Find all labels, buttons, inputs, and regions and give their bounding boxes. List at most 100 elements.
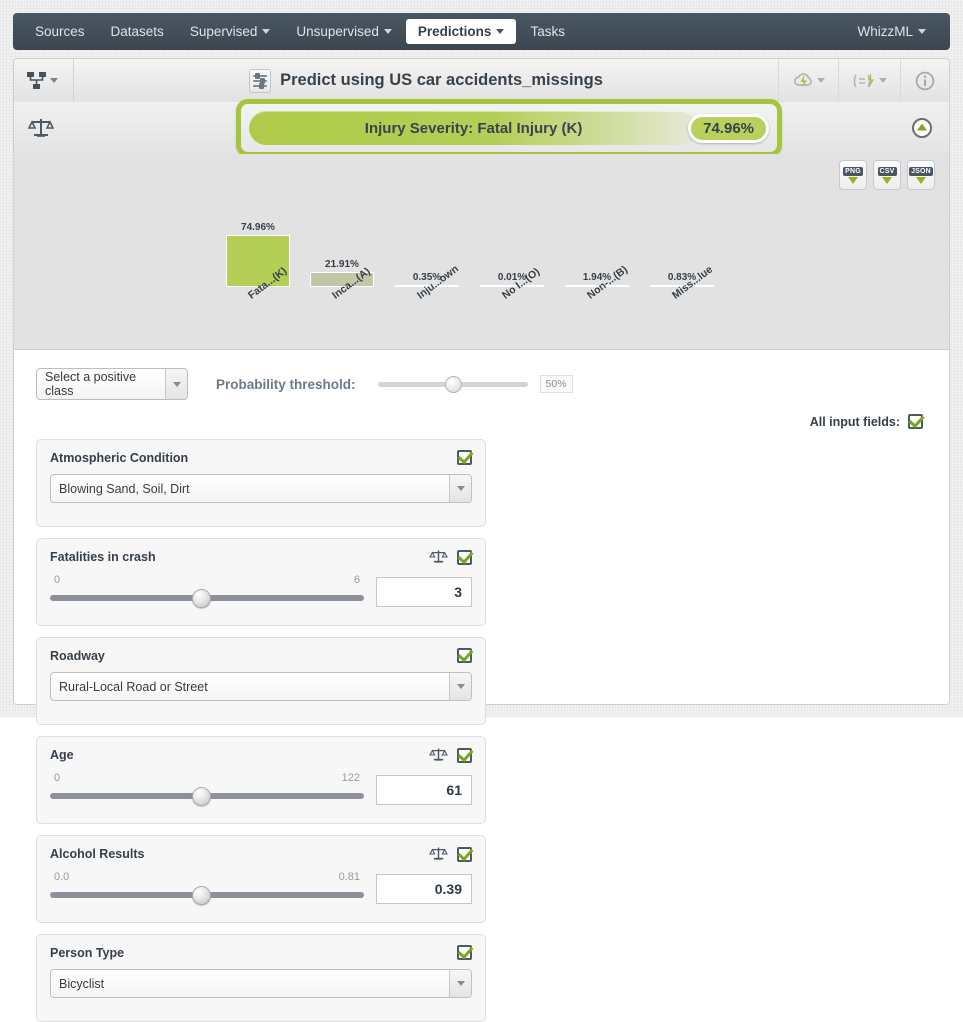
nav-item-predictions[interactable]: Predictions (405, 19, 517, 44)
field-slider-column: 0.0 0.81 (50, 871, 364, 905)
field-select-roadway[interactable]: Rural-Local Road or Street (50, 672, 472, 701)
field-enabled-checkbox[interactable] (457, 450, 472, 465)
field-card-icons (429, 747, 472, 763)
download-format-label: PNG (843, 166, 863, 176)
balance-scale-icon[interactable] (28, 116, 54, 140)
chevron-down-icon (496, 29, 505, 34)
field-slider-wrap: 06 3 (50, 574, 472, 608)
threshold-knob[interactable] (444, 375, 462, 393)
field-card-icons (457, 450, 472, 465)
prediction-label: Injury Severity: Fatal Injury (K) (249, 111, 699, 145)
nav-item-label: Datasets (110, 24, 164, 39)
all-input-fields-checkbox[interactable] (908, 414, 923, 429)
nav-item-label: Sources (35, 24, 85, 39)
field-title: Fatalities in crash (50, 550, 156, 564)
field-max-label: 0.81 (338, 871, 360, 883)
chart-bar-group[interactable]: 21.91% Inca...(A) (310, 259, 374, 302)
field-enabled-checkbox[interactable] (457, 549, 472, 565)
field-card-atmospheric-condition: Atmospheric Condition Blowing Sand, Soil,… (36, 439, 486, 527)
class-probability-chart: 74.96% Fata...(K) 21.91% Inca...(A) 0.35% Inj… (14, 190, 951, 345)
threshold-value: 50% (539, 375, 573, 393)
field-slider-column: 06 (50, 574, 364, 608)
chevron-down-icon (817, 78, 825, 83)
toolbar-actions (778, 59, 949, 102)
field-slider-knob[interactable] (191, 786, 211, 806)
chart-bar-group[interactable]: 0.83% Miss...lue (650, 264, 715, 302)
chart-bar-group[interactable]: 0.01% No I...(O) (480, 266, 544, 302)
field-slider-wrap: 0.0 0.81 0.39 (50, 871, 472, 905)
nav-item-supervised[interactable]: Supervised (178, 19, 283, 44)
download-csv-button[interactable]: CSV (873, 160, 901, 190)
download-json-button[interactable]: JSON (907, 160, 935, 190)
all-input-fields-row: All input fields: (14, 400, 949, 429)
field-select-atmospheric-condition[interactable]: Blowing Sand, Soil, Dirt (50, 474, 472, 503)
field-card-header: Person Type (50, 945, 472, 960)
balance-scale-icon[interactable] (429, 747, 448, 763)
download-buttons: PNG CSV JSON (839, 160, 935, 190)
field-title: Atmospheric Condition (50, 450, 189, 465)
batch-prediction-button[interactable] (838, 59, 900, 102)
field-enabled-checkbox[interactable] (457, 945, 472, 960)
nav-item-label: Tasks (530, 24, 565, 39)
threshold-slider[interactable] (377, 374, 528, 394)
field-title: Roadway (50, 648, 105, 663)
model-selector[interactable] (14, 59, 74, 102)
field-value-input-age[interactable]: 61 (376, 775, 472, 805)
positive-class-select[interactable]: Select a positive class (36, 368, 188, 400)
nav-item-label: WhizzML (857, 24, 913, 39)
nav-item-tasks[interactable]: Tasks (518, 19, 577, 44)
bar-value-label: 74.96% (241, 221, 275, 233)
all-input-fields-label: All input fields: (809, 414, 900, 429)
field-enabled-checkbox[interactable] (457, 846, 472, 862)
nav-item-whizzml[interactable]: WhizzML (845, 19, 938, 44)
field-enabled-checkbox[interactable] (457, 648, 472, 663)
nav-item-sources[interactable]: Sources (23, 19, 97, 44)
field-card-header: Age (50, 747, 472, 763)
field-select-value: Blowing Sand, Soil, Dirt (59, 481, 190, 496)
nav-item-label: Unsupervised (296, 24, 379, 39)
field-value-input-fatalities-in-crash[interactable]: 3 (376, 577, 472, 607)
model-tree-icon (26, 71, 47, 90)
nav-item-label: Supervised (189, 24, 258, 39)
chevron-down-icon (449, 673, 471, 700)
threshold-controls: Select a positive class Probability thre… (14, 350, 949, 400)
field-range-labels: 06 (50, 574, 364, 589)
prediction-chart-panel: PNG CSV JSON 74.96% Fata...(K) 21.91% Inca...… (13, 154, 950, 350)
page-title: Predict using US car accidents_missings (280, 71, 603, 89)
chart-bar-group[interactable]: 74.96% Fata...(K) (226, 221, 290, 302)
energy-cloud-button[interactable] (778, 59, 838, 102)
field-min-label: 0 (54, 772, 61, 784)
field-slider-knob[interactable] (191, 588, 211, 608)
download-format-label: JSON (909, 166, 933, 176)
main-navbar: Sources Datasets Supervised Unsupervised Pre… (13, 13, 950, 50)
download-png-button[interactable]: PNG (839, 160, 867, 190)
field-value-input-alcohol-results[interactable]: 0.39 (376, 874, 472, 904)
field-slider-age[interactable] (50, 786, 364, 806)
balance-scale-icon[interactable] (429, 846, 448, 862)
nav-item-unsupervised[interactable]: Unsupervised (284, 19, 404, 44)
field-slider-fatalities-in-crash[interactable] (50, 588, 364, 608)
nav-item-datasets[interactable]: Datasets (99, 19, 176, 44)
chevron-down-icon (449, 970, 471, 997)
field-card-header: Alcohol Results (50, 846, 472, 862)
info-button[interactable] (900, 59, 949, 102)
chart-bar-group[interactable]: 0.35% Inju...own (395, 263, 461, 302)
chart-bar-group[interactable]: 1.94% Non-...(B) (565, 264, 630, 302)
fields-grid: Atmospheric Condition Blowing Sand, Soil,… (14, 429, 949, 1022)
field-slider-alcohol-results[interactable] (50, 885, 364, 905)
balance-scale-icon[interactable] (429, 549, 448, 565)
field-min-label: 0.0 (54, 871, 70, 883)
sliders-icon (249, 68, 272, 93)
collapse-up-icon[interactable] (911, 117, 933, 139)
download-arrow-icon (848, 176, 858, 184)
field-slider-knob[interactable] (191, 885, 211, 905)
field-card-alcohol-results: Alcohol Results 0.0 0.81 0.39 (36, 835, 486, 923)
field-select-person-type[interactable]: Bicyclist (50, 969, 472, 998)
navbar-right: WhizzML (845, 19, 940, 44)
field-select-value: Bicyclist (59, 976, 105, 991)
field-max-label: 6 (353, 574, 360, 586)
field-enabled-checkbox[interactable] (457, 747, 472, 763)
field-card-age: Age 0 122 61 (36, 736, 486, 824)
field-card-header: Fatalities in crash (50, 549, 472, 565)
field-title: Alcohol Results (50, 847, 145, 861)
